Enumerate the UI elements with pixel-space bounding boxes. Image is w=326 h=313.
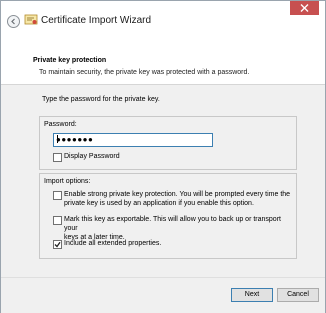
exportable-label[interactable]: Mark this key as exportable. This will a… xyxy=(64,215,296,242)
strong-protection-line1: Enable strong private key protection. Yo… xyxy=(64,191,291,198)
checkmark-icon xyxy=(54,241,61,248)
exportable-line1: Mark this key as exportable. This will a… xyxy=(64,216,281,232)
import-options-group: Import options: Enable strong private ke… xyxy=(39,173,297,259)
back-button[interactable] xyxy=(7,15,20,28)
wizard-footer: Next Cancel xyxy=(1,277,325,313)
back-arrow-icon xyxy=(11,18,15,25)
header-description: To maintain security, the private key wa… xyxy=(39,69,250,76)
password-prompt: Type the password for the private key. xyxy=(42,96,160,103)
password-input[interactable]: ●●●●●●● xyxy=(53,133,213,147)
header-title: Private key protection xyxy=(33,57,107,64)
title-bar: Certificate Import Wizard xyxy=(1,1,325,41)
close-button[interactable] xyxy=(290,1,319,15)
strong-protection-checkbox[interactable] xyxy=(53,191,62,200)
import-options-label: Import options: xyxy=(44,178,91,185)
wizard-content: Type the password for the private key. P… xyxy=(1,85,325,277)
close-icon xyxy=(300,4,309,12)
cancel-button[interactable]: Cancel xyxy=(277,288,319,302)
wizard-header: Private key protection To maintain secur… xyxy=(1,41,325,85)
strong-protection-line2: private key is used by an application if… xyxy=(64,200,254,207)
password-label: Password: xyxy=(44,121,77,128)
wizard-window: Certificate Import Wizard Private key pr… xyxy=(0,0,326,313)
password-value: ●●●●●●● xyxy=(56,135,94,144)
window-title: Certificate Import Wizard xyxy=(41,15,152,26)
password-group: Password: ●●●●●●● Display Password xyxy=(39,116,297,170)
extended-properties-checkbox[interactable] xyxy=(53,240,62,249)
text-caret xyxy=(57,135,58,143)
display-password-label[interactable]: Display Password xyxy=(64,152,120,161)
exportable-checkbox[interactable] xyxy=(53,216,62,225)
display-password-checkbox[interactable] xyxy=(53,153,62,162)
certificate-icon xyxy=(24,14,38,25)
extended-properties-label[interactable]: Include all extended properties. xyxy=(64,239,161,248)
strong-protection-label[interactable]: Enable strong private key protection. Yo… xyxy=(64,190,290,208)
next-button[interactable]: Next xyxy=(231,288,273,302)
